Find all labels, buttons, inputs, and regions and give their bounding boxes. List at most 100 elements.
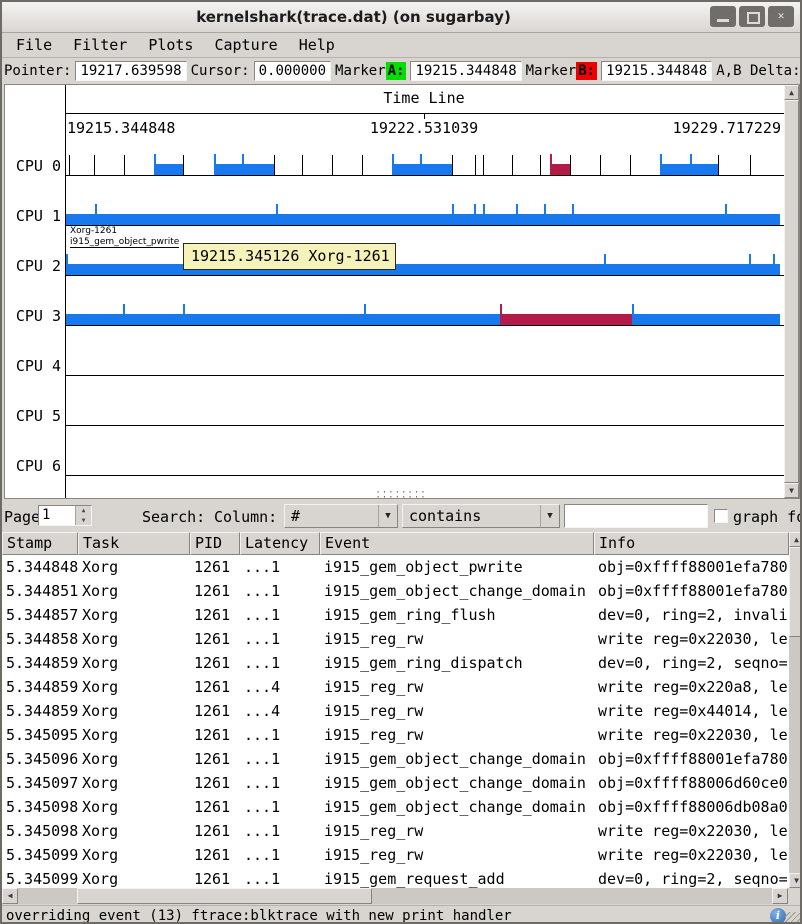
cpu-baseline: [65, 175, 784, 176]
table-row[interactable]: 5.344851Xorg1261...1i915_gem_object_chan…: [2, 579, 789, 603]
table-cell: Xorg: [78, 699, 190, 723]
chevron-down-icon[interactable]: ▼: [540, 505, 559, 527]
event-tick[interactable]: [302, 155, 303, 175]
cpu-task-bar[interactable]: [550, 164, 570, 175]
menu-filter[interactable]: Filter: [73, 36, 127, 54]
event-tick[interactable]: [69, 155, 70, 175]
table-cell: dev=0, ring=2, seqno=: [594, 651, 789, 675]
hscroll-thumb[interactable]: [77, 888, 372, 904]
cpu-task-bar[interactable]: [65, 214, 780, 225]
scroll-up-icon[interactable]: ▲: [789, 532, 802, 547]
column-select[interactable]: # ▼: [284, 504, 398, 528]
event-tick[interactable]: [274, 155, 275, 175]
table-row[interactable]: 5.345095Xorg1261...1i915_reg_rwwrite reg…: [2, 723, 789, 747]
header-stamp[interactable]: Stamp: [2, 532, 78, 555]
info-icon[interactable]: i: [770, 908, 786, 924]
table-cell: 1261: [190, 579, 240, 603]
cpu-task-bar[interactable]: [65, 314, 500, 325]
table-row[interactable]: 5.345099Xorg1261...1i915_gem_request_add…: [2, 867, 789, 888]
table-row[interactable]: 5.344858Xorg1261...1i915_reg_rwwrite reg…: [2, 627, 789, 651]
table-row[interactable]: 5.345096Xorg1261...1i915_gem_object_chan…: [2, 747, 789, 771]
scroll-right-icon[interactable]: ▶: [772, 888, 788, 904]
spin-up-icon[interactable]: ▲: [76, 506, 91, 516]
page-spinner[interactable]: 1 ▲ ▼: [38, 505, 92, 526]
table-cell: ...1: [240, 867, 320, 888]
cpu-label: CPU 4: [5, 357, 61, 375]
table-row[interactable]: 5.345097Xorg1261...1i915_gem_object_chan…: [2, 771, 789, 795]
delta-label: A,B Delta:: [716, 63, 800, 79]
close-button[interactable]: ✕: [768, 6, 794, 27]
graph-follows-checkbox[interactable]: [714, 509, 728, 523]
menu-help[interactable]: Help: [299, 36, 335, 54]
header-info[interactable]: Info: [594, 532, 789, 555]
event-tick[interactable]: [332, 155, 333, 175]
table-row[interactable]: 5.345099Xorg1261...1i915_reg_rwwrite reg…: [2, 843, 789, 867]
scroll-down-icon[interactable]: ▼: [789, 873, 802, 888]
table-row[interactable]: 5.344859Xorg1261...4i915_reg_rwwrite reg…: [2, 699, 789, 723]
search-input[interactable]: [564, 504, 708, 528]
chevron-down-icon[interactable]: ▼: [378, 505, 397, 527]
table-cell: 5.344858: [2, 627, 78, 651]
table-row[interactable]: 5.344859Xorg1261...4i915_reg_rwwrite reg…: [2, 675, 789, 699]
marker-b-key[interactable]: B:: [576, 62, 597, 80]
table-row[interactable]: 5.344859Xorg1261...1i915_gem_ring_dispat…: [2, 651, 789, 675]
minimize-button[interactable]: [710, 6, 736, 27]
event-tick[interactable]: [483, 155, 484, 175]
event-tick[interactable]: [475, 155, 476, 175]
table-cell: 5.344851: [2, 579, 78, 603]
pane-splitter[interactable]: ········ ········: [2, 491, 800, 501]
menu-capture[interactable]: Capture: [214, 36, 277, 54]
header-pid[interactable]: PID: [190, 532, 240, 555]
table-row[interactable]: 5.345098Xorg1261...1i915_reg_rwwrite reg…: [2, 819, 789, 843]
menu-plots[interactable]: Plots: [148, 36, 193, 54]
spin-down-icon[interactable]: ▼: [76, 516, 91, 526]
cpu-task-bar[interactable]: [632, 314, 780, 325]
scroll-left-icon[interactable]: ◀: [2, 888, 18, 904]
title-bar[interactable]: kernelshark(trace.dat) (on sugarbay) ✕: [2, 2, 800, 33]
event-tick[interactable]: [600, 155, 601, 175]
event-tick[interactable]: [750, 155, 751, 175]
table-row[interactable]: 5.345098Xorg1261...1i915_gem_object_chan…: [2, 795, 789, 819]
cpu-task-bar[interactable]: [392, 164, 452, 175]
table-horizontal-scrollbar[interactable]: ◀ ▶: [2, 888, 788, 904]
cpu-task-bar[interactable]: [660, 164, 718, 175]
page-spin-arrows[interactable]: ▲ ▼: [75, 506, 91, 525]
table-row[interactable]: 5.344848Xorg1261...1i915_gem_object_pwri…: [2, 555, 789, 579]
event-tick[interactable]: [570, 155, 571, 175]
event-tick[interactable]: [362, 155, 363, 175]
event-tick[interactable]: [512, 155, 513, 175]
pointer-label: Pointer:: [4, 63, 71, 79]
table-scroll-thumb[interactable]: [789, 547, 802, 637]
event-tick[interactable]: [540, 155, 541, 175]
match-select[interactable]: contains ▼: [402, 504, 560, 528]
event-tick[interactable]: [630, 155, 631, 175]
table-header: Stamp Task PID Latency Event Info: [2, 532, 802, 555]
event-tick[interactable]: [94, 155, 95, 175]
cpu-task-bar[interactable]: [500, 314, 632, 325]
table-cell: 1261: [190, 771, 240, 795]
event-tick[interactable]: [124, 155, 125, 175]
table-cell: Xorg: [78, 795, 190, 819]
header-event[interactable]: Event: [320, 532, 594, 555]
cpu-task-bar[interactable]: [214, 164, 274, 175]
table-row[interactable]: 5.344857Xorg1261...1i915_gem_ring_flushd…: [2, 603, 789, 627]
table-cell: obj=0xffff88006db08a0: [594, 795, 789, 819]
maximize-button[interactable]: [739, 6, 765, 27]
event-tick[interactable]: [183, 155, 184, 175]
marker-a-key[interactable]: A:: [386, 62, 407, 80]
header-latency[interactable]: Latency: [240, 532, 320, 555]
timeline-graph[interactable]: Time Line 19215.344848 19222.531039 1922…: [4, 84, 800, 499]
event-tick[interactable]: [452, 155, 453, 175]
table-cell: i915_reg_rw: [320, 627, 594, 651]
header-task[interactable]: Task: [78, 532, 190, 555]
table-vertical-scrollbar[interactable]: ▲ ▼: [789, 532, 802, 888]
scroll-up-icon[interactable]: ▲: [784, 85, 799, 100]
table-cell: ...4: [240, 675, 320, 699]
cpu-task-bar[interactable]: [154, 164, 183, 175]
graph-vertical-scrollbar[interactable]: ▲ ▼: [784, 85, 799, 498]
cpu-task-bar[interactable]: [65, 264, 780, 275]
menu-file[interactable]: File: [16, 36, 52, 54]
graph-scroll-thumb[interactable]: [784, 100, 799, 483]
resize-grip[interactable]: [785, 912, 800, 924]
event-tick[interactable]: [718, 155, 719, 175]
